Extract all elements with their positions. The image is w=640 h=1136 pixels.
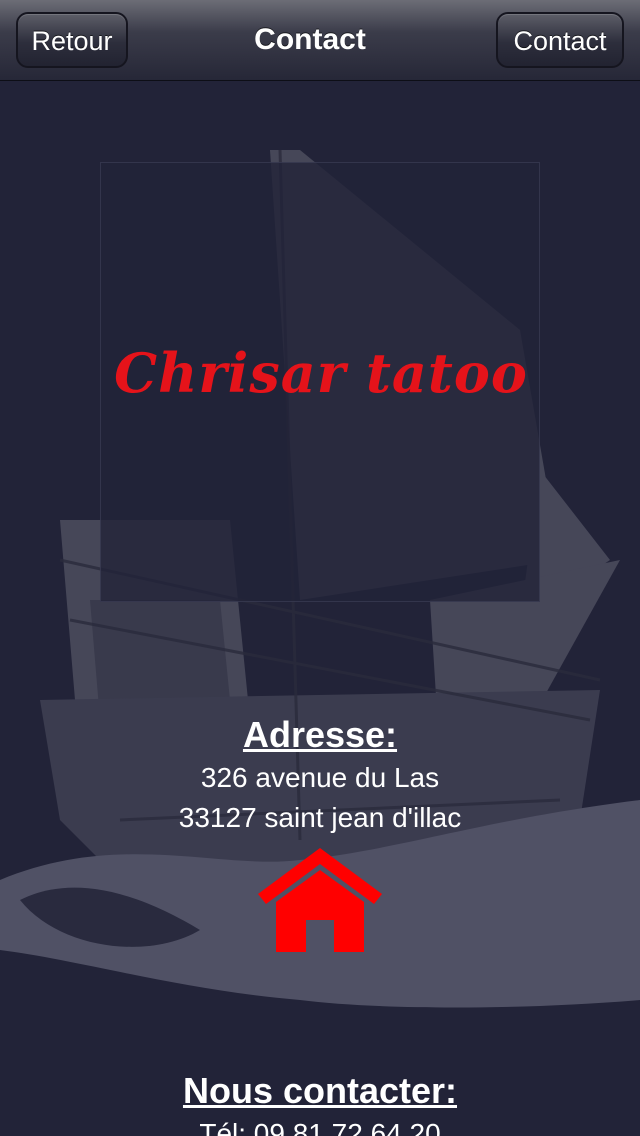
contact-screen: Retour Contact Contact Chrisar tatoo Adr…: [0, 0, 640, 1136]
address-heading: Adresse:: [242, 714, 398, 755]
contact-button[interactable]: Contact: [496, 12, 624, 68]
navigation-bar: Retour Contact Contact: [0, 0, 640, 80]
contact-heading: Nous contacter:: [182, 1070, 458, 1111]
phone-number[interactable]: Tél: 09 81 72 64 20: [0, 1118, 640, 1136]
page-title: Contact: [254, 23, 366, 56]
logo-panel: Chrisar tatoo: [100, 162, 540, 602]
back-button[interactable]: Retour: [16, 12, 128, 68]
home-icon[interactable]: [256, 846, 384, 954]
brand-logo: Chrisar tatoo: [114, 341, 528, 405]
address-line-1: 326 avenue du Las: [200, 762, 440, 793]
address-line-2: 33127 saint jean d'illac: [178, 802, 462, 833]
